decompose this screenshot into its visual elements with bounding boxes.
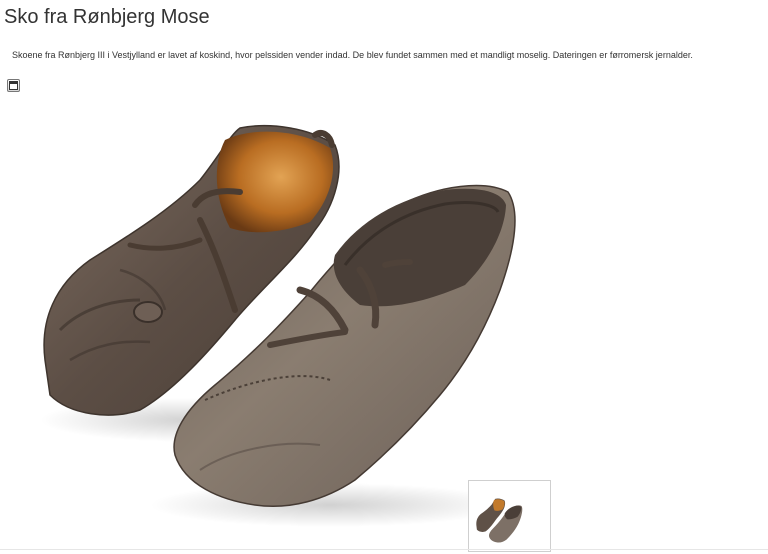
image-description: Skoene fra Rønbjerg III i Vestjylland er… [12, 50, 693, 60]
image-thumbnail[interactable] [468, 480, 551, 552]
thumbnail-shoes-image [472, 484, 547, 548]
page-title: Sko fra Rønbjerg Mose [4, 6, 210, 28]
main-photo [40, 124, 516, 527]
divider [0, 549, 768, 550]
fullscreen-toggle-icon [9, 81, 18, 90]
fullscreen-button[interactable] [7, 79, 20, 92]
